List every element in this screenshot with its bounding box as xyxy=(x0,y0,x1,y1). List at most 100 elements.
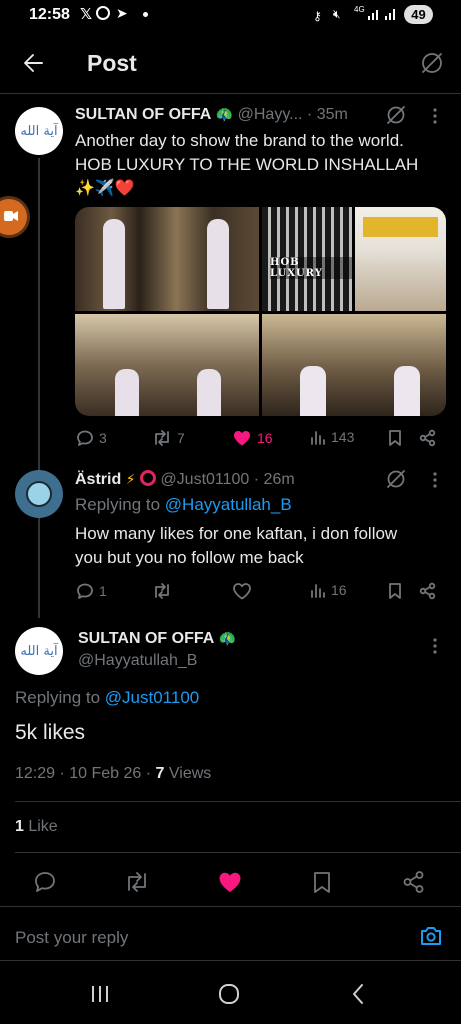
bookmark-icon[interactable] xyxy=(387,582,403,600)
views-button[interactable]: 143 xyxy=(310,429,354,445)
red-circle-emoji-icon xyxy=(139,470,156,486)
like-button[interactable]: 16 xyxy=(232,429,273,447)
status-bar: 12:58 𝕏 ➤ ⚷ 🔇︎ 4G 49 xyxy=(0,0,461,32)
author-name[interactable]: SULTAN OF OFFA xyxy=(75,106,211,123)
author-handle[interactable]: @Hayy... xyxy=(238,106,303,123)
view-count: 16 xyxy=(331,582,347,598)
timestamp-line: 12:29 · 10 Feb 26 · 7 Views xyxy=(15,765,211,783)
post-time: · 35m xyxy=(306,106,348,123)
repost-count: 7 xyxy=(177,430,185,446)
replying-to-link[interactable]: @Just01100 xyxy=(105,688,199,707)
likes-label: Like xyxy=(23,818,58,835)
store-sign-text: HOB LUXURY xyxy=(270,257,352,279)
more-options-icon[interactable] xyxy=(430,470,440,490)
divider xyxy=(15,801,461,802)
repost-button[interactable] xyxy=(124,870,150,894)
divider xyxy=(0,960,461,961)
likes-count: 1 xyxy=(15,818,24,835)
photo-mirror-selfie[interactable] xyxy=(75,314,259,416)
like-button[interactable] xyxy=(217,870,243,894)
repost-button[interactable] xyxy=(152,582,172,600)
telegram-icon: ➤ xyxy=(116,5,128,21)
avatar[interactable] xyxy=(15,470,63,518)
photo-store-sign[interactable]: HOB LUXURY xyxy=(262,207,352,311)
views-label: Views xyxy=(164,765,212,782)
likes-summary[interactable]: 1 Like xyxy=(15,818,58,836)
tweet1-text: Another day to show the brand to the wor… xyxy=(75,129,450,201)
main-author-name-row: SULTAN OF OFFA 🦚 xyxy=(78,630,236,648)
avatar-calligraphy: آية الله xyxy=(20,643,58,659)
thread-line xyxy=(38,158,40,618)
tweet-text-line: you but you no follow me back xyxy=(75,548,304,567)
avatar-cartoon-face xyxy=(26,481,52,507)
photo-mirror-selfie[interactable] xyxy=(75,207,259,311)
peacock-emoji-icon: 🦚 xyxy=(218,630,237,646)
person-figure xyxy=(115,369,139,416)
notification-dot xyxy=(143,12,148,17)
whatsapp-icon xyxy=(96,6,110,20)
page-title: Post xyxy=(87,50,137,76)
share-icon[interactable] xyxy=(419,429,437,447)
tweet2-text: How many likes for one kaftan, i don fol… xyxy=(75,522,450,570)
share-icon[interactable] xyxy=(419,582,437,600)
person-figure xyxy=(394,366,420,416)
person-figure xyxy=(300,366,326,416)
back-button[interactable] xyxy=(20,49,48,77)
x-app-icon: 𝕏 xyxy=(80,6,93,23)
share-icon[interactable] xyxy=(402,870,426,894)
view-count: 143 xyxy=(331,429,355,445)
reply-button[interactable] xyxy=(33,870,57,894)
grok-icon[interactable] xyxy=(419,50,445,76)
yellow-sign xyxy=(363,217,438,237)
replying-to-prefix: Replying to xyxy=(15,688,105,707)
author-handle[interactable]: @Hayyatullah_B xyxy=(78,652,197,670)
avatar[interactable]: آية الله xyxy=(15,107,63,155)
more-options-icon[interactable] xyxy=(430,636,440,656)
photo-shelves[interactable] xyxy=(355,207,446,311)
views-button[interactable]: 16 xyxy=(310,582,347,598)
bookmark-icon[interactable] xyxy=(387,429,403,447)
reply-button[interactable]: 1 xyxy=(76,582,107,600)
replying-to-link[interactable]: @Hayyatullah_B xyxy=(165,495,292,514)
mute-icon: 🔇︎ xyxy=(333,7,341,21)
post-time: · 26m xyxy=(253,471,295,488)
signal-icon xyxy=(368,7,398,21)
tweet-text-line: How many likes for one kaftan, i don fol… xyxy=(75,524,398,543)
author-handle[interactable]: @Just01100 xyxy=(160,471,249,488)
like-count: 16 xyxy=(257,430,273,446)
grok-icon[interactable] xyxy=(385,468,407,490)
recents-nav-button[interactable] xyxy=(90,983,110,1005)
divider xyxy=(0,906,461,907)
repost-button[interactable]: 7 xyxy=(152,429,185,447)
peacock-emoji-icon: 🦚 xyxy=(215,106,234,122)
floating-recorder-icon[interactable] xyxy=(0,196,30,238)
main-tweet-text: 5k likes xyxy=(15,721,86,744)
bookmark-icon[interactable] xyxy=(311,870,333,894)
author-name[interactable]: Ästrid xyxy=(75,471,121,488)
media-grid[interactable]: HOB LUXURY xyxy=(75,207,446,416)
home-nav-button[interactable] xyxy=(218,983,240,1005)
grok-icon[interactable] xyxy=(385,104,407,126)
author-name[interactable]: SULTAN OF OFFA xyxy=(78,630,214,647)
person-figure xyxy=(197,369,221,416)
like-button[interactable] xyxy=(232,582,252,600)
replying-to-prefix: Replying to xyxy=(75,495,165,514)
reply-button[interactable]: 3 xyxy=(76,429,107,447)
avatar-calligraphy: آية الله xyxy=(20,123,58,139)
replying-to-line: Replying to @Hayyatullah_B xyxy=(75,495,292,515)
header: Post xyxy=(0,34,461,92)
header-divider xyxy=(0,93,461,94)
photo-mirror-selfie[interactable] xyxy=(262,314,446,416)
tweet2-header: Ästrid ⚡ @Just01100 · 26m xyxy=(75,470,405,492)
camera-icon[interactable] xyxy=(419,925,443,947)
network-type: 4G xyxy=(354,5,365,14)
more-options-icon[interactable] xyxy=(430,106,440,126)
person-figure xyxy=(103,219,125,309)
reply-input[interactable]: Post your reply xyxy=(15,928,128,948)
tweet-text-line: Another day to show the brand to the wor… xyxy=(75,131,404,150)
replying-to-line: Replying to @Just01100 xyxy=(15,688,199,708)
back-nav-button[interactable] xyxy=(350,983,366,1005)
timestamp[interactable]: 12:29 · 10 Feb 26 · xyxy=(15,765,156,782)
avatar[interactable]: آية الله xyxy=(15,627,63,675)
battery-badge: 49 xyxy=(404,5,433,24)
